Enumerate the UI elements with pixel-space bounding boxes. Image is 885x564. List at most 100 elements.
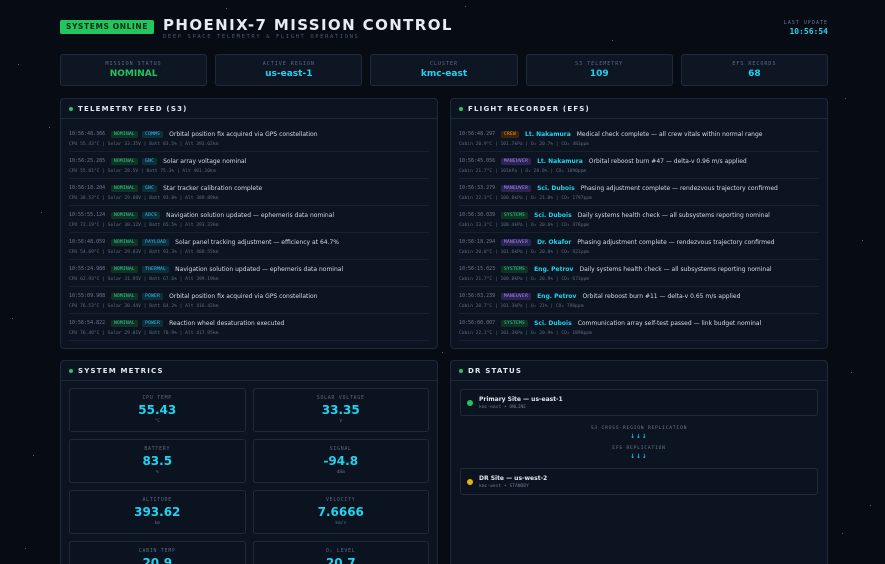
event-type-badge: MANEUVER [501,238,532,246]
dr-site-card[interactable]: DR Site — us-west-2 kmc-west • STANDBY [460,468,818,495]
timestamp: 10:55:09.908 [69,293,106,299]
recorder-row[interactable]: 10:56:33.279 MANEUVER Sci. Dubois Phasing a… [459,179,819,206]
metric-label: CPU TEMP [142,396,172,401]
telemetry-row[interactable]: 10:55:09.908 NOMINAL POWER Orbital position… [69,287,429,314]
timestamp: 10:56:48.297 [459,131,496,137]
s3-replication: S3 CROSS-REGION REPLICATION ↓↓↓ [460,426,818,440]
site-status-dot-icon [467,478,473,485]
metric-value: 393.62 [134,505,181,519]
primary-site-card[interactable]: Primary Site — us-east-1 kmc-east • ONLI… [460,389,818,416]
metric-label: VELOCITY [325,498,356,503]
metric-value: 83.5 [142,454,173,468]
recorder-row[interactable]: 10:56:00.007 SYSTEMS Sci. Dubois Communicat… [459,314,819,341]
metric-value: 20.9 [142,556,173,564]
panel-title: SYSTEM METRICS [78,366,164,375]
metric-label: BATTERY [144,447,171,452]
recorder-detail: Cabin 20.9°C | 101.7kPa | O₂ 20.7% | CO₂… [459,142,589,147]
metric-unit: km [154,521,161,526]
efs-replication: EFS REPLICATION ↓↓↓ [460,446,818,460]
stat-mission-status: MISSION STATUS NOMINAL [60,54,208,86]
crew-member: Sci. Dubois [537,184,575,192]
recorder-row-header: 10:56:18.294 MANEUVER Dr. Okafor Phasing ad… [459,237,819,247]
telemetry-message: Orbital position fix acquired via GPS co… [169,130,318,138]
system-metrics-panel: SYSTEM METRICS CPU TEMP 55.43 °C SOLAR VOLT… [60,360,438,564]
metric-card: CPU TEMP 55.43 °C [69,388,246,432]
telemetry-row[interactable]: 10:56:25.285 NOMINAL GNC Solar array voltag… [69,152,429,179]
dr-body: Primary Site — us-east-1 kmc-east • ONLI… [451,381,827,503]
telemetry-row[interactable]: 10:56:54.822 NOMINAL POWER Reaction wheel d… [69,314,429,341]
crew-member: Sci. Dubois [534,319,572,327]
recorder-message: Medical check complete — all crew vitals… [576,130,763,138]
metric-value: 7.6666 [317,505,364,519]
status-dot-icon [69,368,73,373]
telemetry-message: Star tracker calibration complete [163,184,263,192]
app-subtitle: DEEP SPACE TELEMETRY & FLIGHT OPERATIONS [163,34,360,40]
metric-card: O₂ LEVEL20.7% [252,541,429,564]
dr-status-panel: DR STATUS Primary Site — us-east-1 kmc-e… [450,360,828,564]
telemetry-detail: CPU 55.81°C | Solar 28.5V | Batt 75.3% |… [69,169,216,174]
timestamp: 10:56:03.239 [459,293,496,299]
stat-label: CLUSTER [429,61,459,67]
telemetry-row[interactable]: 10:56:18.204 NOMINAL GNC Star tracker calib… [69,179,429,206]
telemetry-message: Navigation solution updated — ephemeris … [175,265,344,273]
telemetry-message: Solar panel tracking adjustment — effici… [175,238,340,246]
telemetry-feed-list[interactable]: 10:56:48.366 NOMINAL COMMS Orbital position… [61,119,437,341]
recorder-message: Communication array self-test passed — l… [577,319,762,327]
metric-unit: km/s [335,521,347,526]
stat-label: MISSION STATUS [105,61,162,67]
app-title: PHOENIX-7 MISSION CONTROL [163,16,453,34]
recorder-row[interactable]: 10:56:45.056 MANEUVER Lt. Nakamura Orbital … [459,152,819,179]
recorder-row[interactable]: 10:56:30.039 SYSTEMS Sci. Dubois Daily syst… [459,206,819,233]
telemetry-row-header: 10:56:54.822 NOMINAL POWER Reaction wheel d… [69,318,429,328]
event-type-badge: SYSTEMS [501,265,529,273]
metric-card: ALTITUDE 393.62 km [69,490,246,534]
recorder-row[interactable]: 10:56:48.297 CREW Lt. Nakamura Medical chec… [459,125,819,152]
timestamp: 10:56:18.204 [69,185,106,191]
stat-efs-records: EFS RECORDS 68 [680,54,829,86]
subsystem-badge: THERMAL [142,265,170,273]
site-meta: kmc-west • STANDBY [479,483,529,489]
stat-label: EFS RECORDS [732,61,777,67]
down-arrows-icon: ↓↓↓ [630,451,648,460]
status-dot-icon [69,106,73,111]
metric-value: 20.7 [325,556,356,564]
telemetry-row[interactable]: 10:56:48.366 NOMINAL COMMS Orbital position… [69,125,429,152]
crew-member: Sci. Dubois [534,211,572,219]
telemetry-row[interactable]: 10:55:24.988 NOMINAL THERMAL Navigation sol… [69,260,429,287]
telemetry-row[interactable]: 10:55:55.124 NOMINAL ADCS Navigation soluti… [69,206,429,233]
metric-label: O₂ LEVEL [325,549,356,554]
status-badge: NOMINAL [111,130,139,138]
metric-label: CABIN TEMP [138,549,176,554]
subsystem-badge: POWER [142,319,164,327]
panel-title: FLIGHT RECORDER (EFS) [468,104,590,113]
timestamp: 10:56:54.822 [69,320,106,326]
recorder-row-header: 10:56:33.279 MANEUVER Sci. Dubois Phasing a… [459,183,819,193]
event-type-badge: MANEUVER [501,184,532,192]
telemetry-detail: CPU 76.46°C | Solar 29.01V | Batt 70.9% … [69,331,219,336]
timestamp: 10:56:45.056 [459,158,496,164]
header: SYSTEMS ONLINE PHOENIX-7 MISSION CONTROL… [60,14,828,44]
timestamp: 10:56:15.023 [459,266,496,272]
telemetry-row[interactable]: 10:56:48.059 NOMINAL PAYLOAD Solar panel tr… [69,233,429,260]
status-badge: NOMINAL [111,319,139,327]
recorder-row[interactable]: 10:56:03.239 MANEUVER Eng. Petrov Orbital r… [459,287,819,314]
flight-recorder-list[interactable]: 10:56:48.297 CREW Lt. Nakamura Medical chec… [451,119,827,341]
timestamp: 10:56:25.285 [69,158,106,164]
crew-member: Dr. Okafor [537,238,572,246]
recorder-row[interactable]: 10:56:15.023 SYSTEMS Eng. Petrov Daily syst… [459,260,819,287]
recorder-detail: Cabin 21.7°C | 101kPa | O₂ 20.8% | CO₂ 1… [459,169,587,174]
telemetry-detail: CPU 62.93°C | Solar 31.95V | Batt 67.6% … [69,277,219,282]
recorder-message: Daily systems health check — all subsyst… [579,265,772,273]
metric-unit: dBm [336,470,345,475]
recorder-message: Phasing adjustment complete — rendezvous… [580,184,778,192]
status-badge: NOMINAL [111,292,139,300]
metric-card: SOLAR VOLTAGE 33.35 V [252,388,429,432]
site-meta: kmc-east • ONLINE [479,404,527,410]
recorder-detail: Cabin 23.3°C | 100.4kPa | O₂ 20.6% | CO₂… [459,223,589,228]
down-arrows-icon: ↓↓↓ [630,431,648,440]
stat-value: 109 [589,69,609,79]
subsystem-badge: PAYLOAD [142,238,170,246]
recorder-row[interactable]: 10:56:18.294 MANEUVER Dr. Okafor Phasing ad… [459,233,819,260]
metric-unit: V [339,419,343,424]
recorder-row-header: 10:56:00.007 SYSTEMS Sci. Dubois Communicat… [459,318,819,328]
